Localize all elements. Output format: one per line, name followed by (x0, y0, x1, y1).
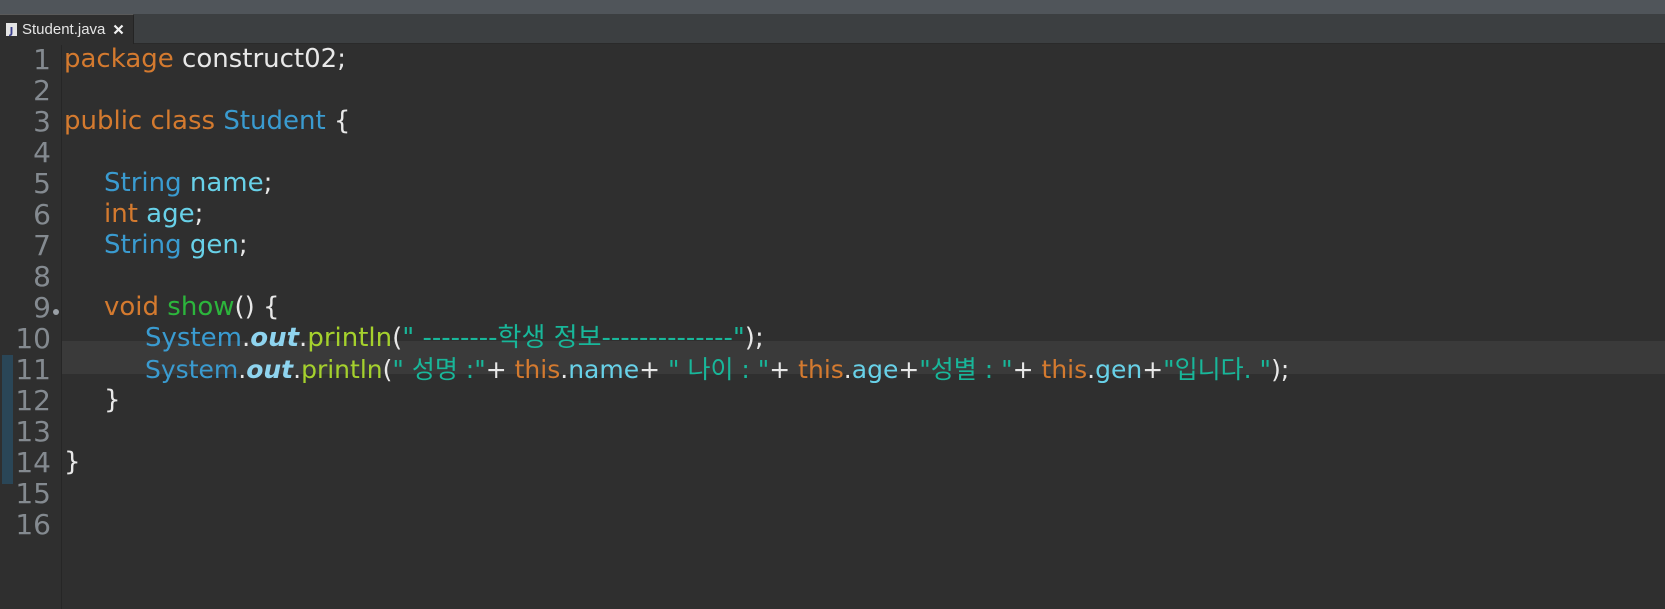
code-line: String name; (104, 168, 273, 198)
line-number: 4 (33, 136, 51, 169)
code-line: } (64, 447, 81, 477)
line-number: 14 (15, 446, 51, 479)
tab-student-java[interactable]: J Student.java (0, 14, 134, 44)
code-line: System.out.println(" 성명 :"+ this.name+ "… (145, 355, 1290, 384)
code-editor[interactable]: package construct02; public class Studen… (62, 44, 1665, 609)
line-number: 10 (15, 322, 51, 355)
line-number: 15 (15, 477, 51, 510)
line-number: 13 (15, 415, 51, 448)
line-number: 3 (33, 105, 51, 138)
line-number: 5 (33, 167, 51, 200)
code-line: } (104, 385, 121, 415)
tab-label: Student.java (22, 21, 106, 38)
code-line: package construct02; (64, 44, 346, 74)
line-number: 2 (33, 74, 51, 107)
line-number: 9 (33, 291, 51, 324)
line-number: 7 (33, 229, 51, 262)
code-line: void show() { (104, 292, 280, 322)
line-number: 6 (33, 198, 51, 231)
line-number: 1 (33, 43, 51, 76)
code-line: System.out.println(" --------학생 정보------… (145, 323, 764, 353)
line-number: 8 (33, 260, 51, 293)
code-line: public class Student { (64, 106, 351, 136)
java-file-icon: J (6, 23, 17, 36)
line-number-gutter: 1 2 3 4 5 6 7 8 9 10 11 12 13 14 15 16 (0, 43, 62, 609)
editor-window: J Student.java 1 2 3 4 5 6 7 8 9 10 11 1… (0, 0, 1665, 609)
window-top-strip (0, 0, 1665, 14)
line-number: 16 (15, 508, 51, 541)
line-number: 12 (15, 384, 51, 417)
editor-tab-bar: J Student.java (0, 14, 1665, 44)
line-number: 11 (15, 353, 51, 386)
svg-text:J: J (9, 26, 14, 36)
close-icon[interactable] (113, 24, 124, 35)
fold-toggle-icon[interactable] (52, 303, 60, 315)
code-line: String gen; (104, 230, 248, 260)
code-line: int age; (104, 199, 204, 229)
